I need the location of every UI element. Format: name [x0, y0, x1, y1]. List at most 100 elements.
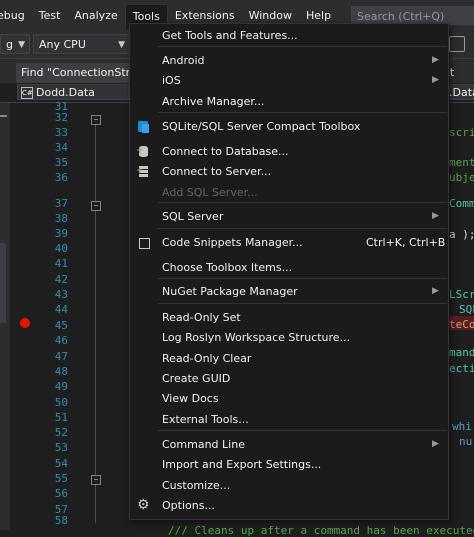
menu-item-nuget-package-manager[interactable]: NuGet Package Manager ▶: [130, 282, 448, 301]
menu-separator: [158, 46, 447, 47]
line-number: 32: [54, 111, 68, 124]
submenu-arrow-icon: ▶: [432, 439, 439, 449]
menu-item-label: Customize...: [162, 479, 231, 492]
line-number: 54: [54, 457, 68, 470]
menu-separator: [158, 430, 447, 431]
line-number: 34: [54, 141, 68, 154]
configuration-combo[interactable]: g ▼: [0, 34, 30, 54]
menu-separator: [158, 202, 447, 203]
server-add-icon: +: [136, 165, 150, 178]
code-fragment: LScr: [449, 288, 474, 301]
menu-item-label: Import and Export Settings...: [162, 458, 322, 471]
line-number: 56: [54, 487, 68, 500]
code-fragment: SQL: [459, 303, 474, 316]
menu-analyze[interactable]: Analyze: [67, 4, 124, 27]
line-number: 49: [54, 380, 68, 393]
menu-item-connect-to-server[interactable]: + Connect to Server...: [130, 162, 448, 181]
collapse-region-icon[interactable]: −: [91, 475, 101, 485]
line-number: 48: [54, 365, 68, 378]
project-combo[interactable]: C# Dodd.Data: [17, 84, 129, 100]
menu-separator: [158, 303, 447, 304]
code-fragment: a );: [449, 228, 474, 241]
line-number: 44: [54, 303, 68, 316]
submenu-arrow-icon: ▶: [432, 55, 439, 65]
menu-item-command-line[interactable]: Command Line ▶: [130, 435, 448, 454]
collapse-region-icon[interactable]: −: [91, 115, 101, 125]
menu-debug[interactable]: ebug: [0, 4, 32, 27]
project-combo-label: Dodd.Data: [36, 86, 95, 99]
menu-item-get-tools-and-features[interactable]: Get Tools and Features...: [130, 26, 448, 45]
menu-item-label: View Docs: [162, 392, 219, 405]
line-number: 51: [54, 411, 68, 424]
code-comment-line: /// Cleans up after a command has been e…: [168, 524, 474, 537]
menu-item-archive-manager[interactable]: Archive Manager...: [130, 92, 448, 111]
code-fragment: Comma: [449, 197, 474, 210]
menu-item-view-docs[interactable]: View Docs: [130, 389, 448, 408]
platform-combo[interactable]: Any CPU ▼: [33, 34, 130, 54]
outline-guide-line: [95, 123, 96, 523]
tab-find-results[interactable]: Find "ConnectionString: [16, 63, 134, 83]
collapse-region-icon[interactable]: −: [91, 201, 101, 211]
menu-separator: [158, 112, 447, 113]
sqlite-icon: [136, 120, 150, 133]
code-fragment: whi: [452, 420, 472, 433]
line-number: 35: [54, 156, 68, 169]
menu-item-ios[interactable]: iOS ▶: [130, 71, 448, 90]
menu-item-label: iOS: [162, 74, 181, 87]
menu-item-sql-server[interactable]: SQL Server ▶: [130, 207, 448, 226]
line-number: 46: [54, 334, 68, 347]
csharp-project-icon: C#: [21, 87, 33, 99]
menu-item-options[interactable]: ⚙ Options...: [130, 496, 448, 515]
menu-item-code-snippets-manager[interactable]: Code Snippets Manager... Ctrl+K, Ctrl+B: [130, 233, 448, 252]
line-number: 38: [54, 212, 68, 225]
line-number: 42: [54, 273, 68, 286]
menu-item-external-tools[interactable]: External Tools...: [130, 410, 448, 429]
submenu-arrow-icon: ▶: [432, 286, 439, 296]
line-number: 43: [54, 288, 68, 301]
line-number: 53: [54, 441, 68, 454]
collapse-icon[interactable]: [0, 115, 7, 117]
line-number: 40: [54, 242, 68, 255]
code-fragment: mand: [449, 346, 474, 359]
code-fragment: ubje: [449, 171, 474, 184]
tab-find-results-label: Find "ConnectionString: [21, 66, 134, 79]
menu-item-label: Connect to Server...: [162, 165, 272, 178]
menu-item-android[interactable]: Android ▶: [130, 51, 448, 70]
line-number: 50: [54, 396, 68, 409]
line-number: 41: [54, 257, 68, 270]
menu-item-label: SQLite/SQL Server Compact Toolbox: [162, 120, 361, 133]
menu-item-label: SQL Server: [162, 210, 224, 223]
menu-item-sqlite-sql-server-compact-toolbox[interactable]: SQLite/SQL Server Compact Toolbox: [130, 117, 448, 136]
menu-item-read-only-clear[interactable]: Read-Only Clear: [130, 349, 448, 368]
configuration-combo-value: g: [6, 38, 13, 51]
chevron-down-icon: ▼: [18, 40, 25, 50]
menu-item-connect-to-database[interactable]: + Connect to Database...: [130, 142, 448, 161]
menu-item-customize[interactable]: Customize...: [130, 476, 448, 495]
menu-test[interactable]: Test: [32, 4, 68, 27]
menu-item-log-roslyn-workspace-structure[interactable]: Log Roslyn Workspace Structure...: [130, 328, 448, 347]
menu-item-label: Archive Manager...: [162, 95, 265, 108]
platform-combo-value: Any CPU: [39, 38, 86, 51]
vertical-scrollbar[interactable]: [0, 243, 6, 323]
menu-item-label: Android: [162, 54, 205, 67]
menu-item-add-sql-server: Add SQL Server...: [130, 183, 448, 202]
menu-item-create-guid[interactable]: Create GUID: [130, 369, 448, 388]
code-fragment: ecti: [449, 362, 474, 375]
menu-item-label: Add SQL Server...: [162, 186, 258, 199]
breakpoint-icon[interactable]: [20, 318, 30, 328]
menu-item-read-only-set[interactable]: Read-Only Set: [130, 308, 448, 327]
line-number: 52: [54, 426, 68, 439]
code-fragment: teCo: [449, 318, 474, 331]
line-number: 55: [54, 472, 68, 485]
menu-separator: [158, 278, 447, 279]
menu-item-label: Get Tools and Features...: [162, 29, 298, 42]
menu-item-import-and-export-settings[interactable]: Import and Export Settings...: [130, 455, 448, 474]
menu-item-label: Log Roslyn Workspace Structure...: [162, 331, 351, 344]
submenu-arrow-icon: ▶: [432, 211, 439, 221]
code-fragment: nu: [459, 435, 473, 448]
toolbar-window-icon[interactable]: [449, 36, 465, 52]
menu-item-choose-toolbox-items[interactable]: Choose Toolbox Items...: [130, 258, 448, 277]
member-combo-label: .Data: [449, 86, 474, 99]
gear-icon: ⚙: [137, 497, 150, 513]
tools-menu: Get Tools and Features... Android ▶ iOS ▶ Arc…: [129, 23, 449, 520]
